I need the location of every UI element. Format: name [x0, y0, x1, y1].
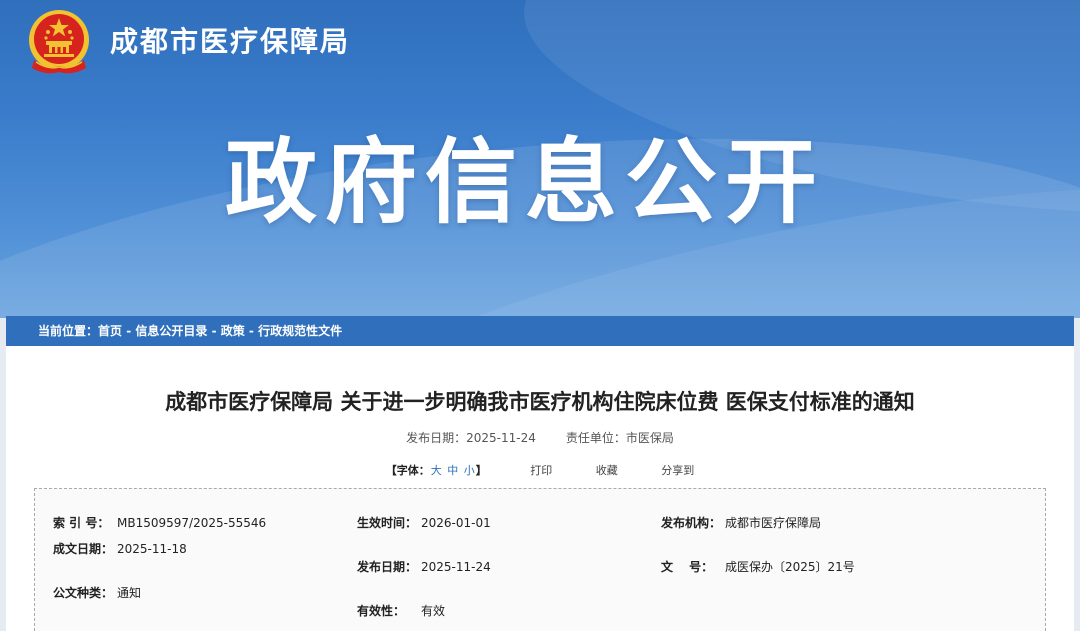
- banner-title: 政府信息公开: [225, 128, 826, 236]
- favorite-button[interactable]: 收藏: [596, 464, 618, 477]
- info-publish-label: 发布日期：: [357, 560, 418, 574]
- breadcrumb-item-home[interactable]: 首页: [98, 324, 122, 338]
- info-issuer-label: 发布机构：: [661, 516, 722, 530]
- info-created-value: 2025-11-18: [117, 542, 187, 556]
- font-size-small-button[interactable]: 小: [464, 464, 475, 477]
- font-size-medium-button[interactable]: 中: [447, 464, 458, 477]
- breadcrumb-separator: -: [244, 324, 259, 338]
- breadcrumb-separator: -: [122, 324, 136, 338]
- breadcrumb: 当前位置：首页 - 信息公开目录 - 政策 - 行政规范性文件: [6, 316, 1074, 346]
- info-doctype-label: 公文种类：: [53, 586, 114, 600]
- site-name[interactable]: 成都市医疗保障局: [110, 20, 350, 60]
- font-size-large-button[interactable]: 大: [431, 464, 442, 477]
- document-info-box: 索 引 号： MB1509597/2025-55546 成文日期： 2025-1…: [34, 488, 1046, 631]
- info-index-label: 索 引 号：: [53, 516, 110, 530]
- responsible-unit-label: 责任单位：: [565, 431, 626, 445]
- article-meta: 发布日期：2025-11-24 责任单位：市医保局: [6, 429, 1074, 446]
- share-button[interactable]: 分享到: [661, 464, 694, 477]
- breadcrumb-item-policy[interactable]: 政策: [221, 324, 245, 338]
- info-effective-label: 生效时间：: [357, 516, 418, 530]
- print-button[interactable]: 打印: [530, 464, 552, 477]
- breadcrumb-separator: -: [207, 324, 221, 338]
- info-validity-value: 有效: [421, 604, 446, 618]
- info-created-label: 成文日期：: [53, 542, 114, 556]
- responsible-unit-value: 市医保局: [625, 431, 674, 445]
- breadcrumb-item-normative-docs[interactable]: 行政规范性文件: [258, 324, 342, 338]
- info-validity-label: 有效性：: [357, 604, 406, 618]
- info-doctype-value: 通知: [117, 586, 142, 600]
- info-publish-value: 2025-11-24: [421, 560, 491, 574]
- article-title: 成都市医疗保障局 关于进一步明确我市医疗机构住院床位费 医保支付标准的通知: [165, 389, 915, 414]
- info-effective: 生效时间： 2026-01-01: [357, 513, 491, 533]
- breadcrumb-label: 当前位置：: [38, 324, 99, 338]
- font-size-label: 【字体：: [385, 464, 430, 477]
- info-doctype: 公文种类： 通知: [53, 583, 141, 603]
- info-issuer: 发布机构： 成都市医疗保障局: [661, 513, 821, 533]
- font-size-close: 】: [475, 464, 487, 477]
- info-created: 成文日期： 2025-11-18: [53, 539, 187, 559]
- info-docno-value: 成医保办〔2025〕21号: [725, 560, 855, 574]
- info-index: 索 引 号： MB1509597/2025-55546: [53, 513, 266, 533]
- info-publish: 发布日期： 2025-11-24: [357, 557, 491, 577]
- info-issuer-value: 成都市医疗保障局: [725, 516, 822, 530]
- publish-date-value: 2025-11-24: [466, 431, 536, 445]
- info-index-value: MB1509597/2025-55546: [117, 516, 267, 530]
- breadcrumb-item-catalog[interactable]: 信息公开目录: [135, 324, 207, 338]
- info-docno-label: 文 号：: [661, 560, 714, 574]
- publish-date-label: 发布日期：: [406, 431, 467, 445]
- info-validity: 有效性： 有效: [357, 601, 445, 621]
- info-effective-value: 2026-01-01: [421, 516, 491, 530]
- info-docno: 文 号： 成医保办〔2025〕21号: [661, 557, 855, 577]
- header-banner: 成都市医疗保障局 政府信息公开: [0, 0, 1080, 318]
- national-emblem-icon: [29, 10, 89, 74]
- article-tools: 【字体：大 中 小】 打印 收藏 分享到: [6, 462, 1074, 478]
- content-panel: 当前位置：首页 - 信息公开目录 - 政策 - 行政规范性文件 成都市医疗保障局…: [6, 316, 1074, 631]
